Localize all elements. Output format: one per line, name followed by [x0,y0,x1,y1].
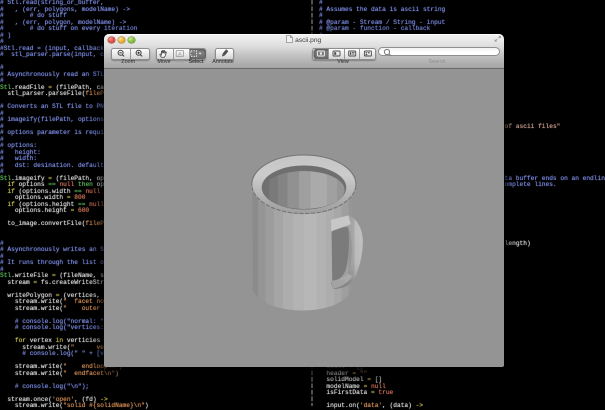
svg-text:A: A [178,51,182,57]
